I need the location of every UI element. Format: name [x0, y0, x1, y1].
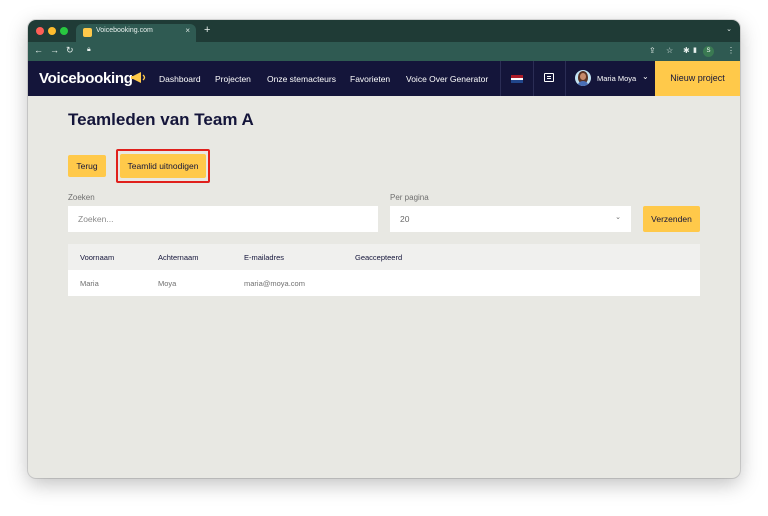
- browser-toolbar: ← → ↻ 🔒︎ ⇪ ☆ ✱ ▮ S ⋮: [28, 42, 740, 61]
- nav-onze-stemacteurs[interactable]: Onze stemacteurs: [267, 74, 336, 84]
- nav-projecten[interactable]: Projecten: [215, 74, 251, 84]
- dutch-flag-icon[interactable]: [511, 75, 523, 83]
- tab-list-chevron-icon[interactable]: ⌄: [726, 25, 732, 33]
- bookmark-star-icon[interactable]: ☆: [666, 46, 673, 55]
- cell-achternaam: Moya: [158, 279, 177, 288]
- table-row[interactable]: Maria Moya maria@moya.com: [68, 270, 700, 296]
- megaphone-icon: [131, 72, 146, 83]
- header-divider: [533, 61, 534, 96]
- nav-voice-over-generator[interactable]: Voice Over Generator: [406, 74, 488, 84]
- per-page-select[interactable]: 20 ⌄: [390, 206, 631, 232]
- new-tab-button[interactable]: +: [204, 24, 210, 36]
- page-title: Teamleden van Team A: [68, 110, 254, 129]
- lock-icon[interactable]: 🔒︎: [87, 46, 91, 54]
- per-page-label: Per pagina: [390, 193, 429, 202]
- voicebooking-logo[interactable]: Voicebooking: [39, 70, 133, 87]
- browser-profile-avatar[interactable]: S: [703, 46, 714, 57]
- new-project-button[interactable]: Nieuw project: [655, 61, 740, 96]
- message-icon[interactable]: [544, 73, 554, 82]
- forward-arrow-icon[interactable]: →: [50, 45, 59, 55]
- column-header-emailadres: E-mailadres: [244, 253, 285, 262]
- browser-tab-bar: Voicebooking.com × + ⌄: [28, 20, 740, 42]
- chevron-down-icon[interactable]: ⌄: [642, 72, 649, 81]
- browser-window: Voicebooking.com × + ⌄ ← → ↻ 🔒︎ ⇪ ☆ ✱ ▮ …: [28, 20, 740, 478]
- close-window-button[interactable]: [36, 27, 44, 35]
- column-header-voornaam: Voornaam: [80, 253, 115, 262]
- column-header-achternaam: Achternaam: [158, 253, 199, 262]
- invite-member-button[interactable]: Teamlid uitnodigen: [120, 154, 206, 178]
- table-header: Voornaam Achternaam E-mailadres Geaccept…: [68, 244, 700, 270]
- team-members-table: Voornaam Achternaam E-mailadres Geaccept…: [68, 244, 700, 296]
- site-header: Voicebooking Dashboard Projecten Onze st…: [28, 61, 740, 96]
- browser-tab[interactable]: Voicebooking.com ×: [76, 24, 196, 42]
- search-label: Zoeken: [68, 193, 95, 202]
- chevron-down-icon: ⌄: [615, 214, 621, 221]
- extensions-icon[interactable]: ✱: [683, 46, 690, 55]
- cell-voornaam: Maria: [80, 279, 99, 288]
- browser-menu-icon[interactable]: ⋮: [727, 46, 735, 55]
- reload-icon[interactable]: ↻: [66, 45, 74, 56]
- column-header-geaccepteerd: Geaccepteerd: [355, 253, 403, 262]
- per-page-value: 20: [400, 214, 410, 224]
- tab-close-icon[interactable]: ×: [185, 26, 190, 35]
- back-button[interactable]: Terug: [68, 155, 106, 177]
- header-divider: [565, 61, 566, 96]
- favicon-icon: [83, 28, 92, 37]
- nav-dashboard[interactable]: Dashboard: [159, 74, 201, 84]
- header-divider: [500, 61, 501, 96]
- back-arrow-icon[interactable]: ←: [34, 45, 43, 55]
- search-input[interactable]: [68, 206, 378, 232]
- avatar[interactable]: [575, 70, 591, 86]
- sidepanel-icon[interactable]: ▮: [693, 46, 697, 54]
- minimize-window-button[interactable]: [48, 27, 56, 35]
- maximize-window-button[interactable]: [60, 27, 68, 35]
- share-icon[interactable]: ⇪: [649, 46, 656, 55]
- cell-emailadres: maria@moya.com: [244, 279, 305, 288]
- tab-title: Voicebooking.com: [96, 27, 153, 34]
- user-name[interactable]: Maria Moya: [597, 74, 636, 83]
- nav-favorieten[interactable]: Favorieten: [350, 74, 390, 84]
- send-button[interactable]: Verzenden: [643, 206, 700, 232]
